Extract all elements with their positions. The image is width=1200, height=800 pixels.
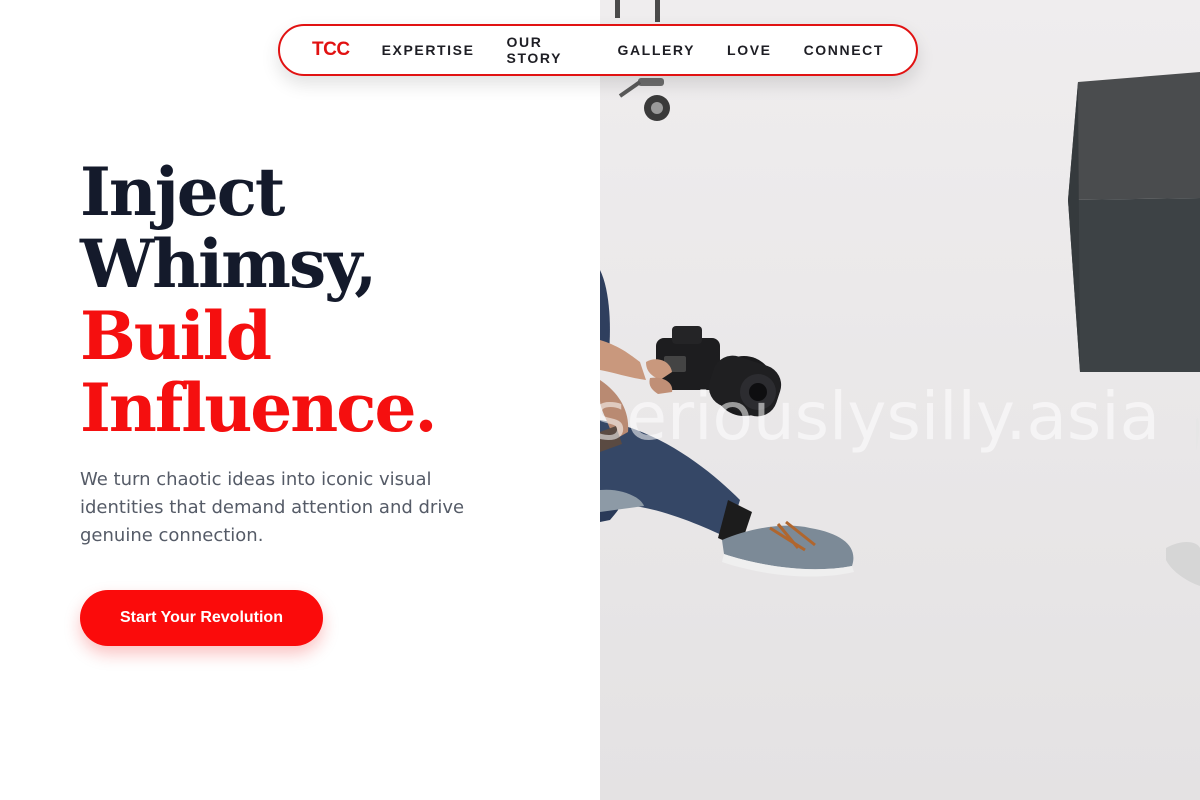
hero-photo: seriouslysilly.asia <box>600 0 1200 800</box>
brand-logo[interactable]: TCC <box>312 39 350 61</box>
start-revolution-button[interactable]: Start Your Revolution <box>80 590 323 646</box>
nav-link-love[interactable]: LOVE <box>727 42 772 58</box>
headline-line-2: Whimsy, <box>80 225 377 303</box>
nav-link-gallery[interactable]: GALLERY <box>617 42 695 58</box>
hero-headline: Inject Whimsy, Build Influence. <box>80 153 437 447</box>
top-navigation: TCC EXPERTISE OUR STORY GALLERY LOVE CON… <box>278 24 918 76</box>
watermark-text: seriouslysilly.asia <box>600 378 1161 455</box>
landing-page: seriouslysilly.asia TCC EXPERTISE OUR ST… <box>0 0 1200 800</box>
hero-subtitle: We turn chaotic ideas into iconic visual… <box>80 469 465 546</box>
headline-line-3: Build <box>80 297 272 375</box>
nav-link-expertise[interactable]: EXPERTISE <box>382 42 475 58</box>
nav-link-connect[interactable]: CONNECT <box>804 42 884 58</box>
headline-line-4: Influence. <box>80 369 437 447</box>
headline-line-1: Inject <box>80 153 285 231</box>
nav-link-our-story[interactable]: OUR STORY <box>507 34 586 66</box>
